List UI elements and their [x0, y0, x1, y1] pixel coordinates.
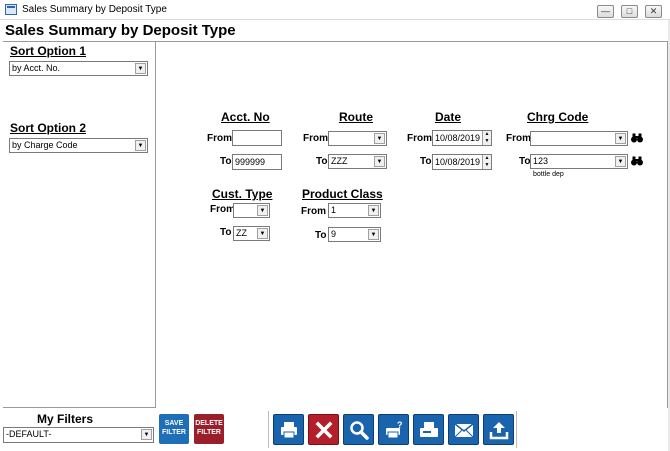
app-icon [5, 4, 17, 15]
product-class-to-label: To [315, 230, 327, 241]
route-to-value: ZZZ [331, 156, 348, 166]
sort-option-2-value: by Charge Code [12, 140, 78, 150]
binoculars-icon[interactable] [631, 133, 643, 143]
my-filters-label: My Filters [37, 412, 94, 426]
acct-no-to-input[interactable]: 999999 [232, 154, 282, 170]
print-setup-button[interactable]: ? [378, 414, 409, 445]
route-from-select[interactable]: ▼ [328, 131, 387, 146]
sort-option-2-select[interactable]: by Charge Code ▼ [9, 138, 148, 153]
chevron-down-icon[interactable]: ▼ [135, 63, 146, 74]
email-button[interactable] [448, 414, 479, 445]
chrg-code-to-select[interactable]: 123 ▼ [530, 154, 628, 169]
export-icon [489, 422, 509, 440]
product-class-from-value: 1 [331, 205, 337, 215]
delete-filter-label-line1: DELETE [195, 420, 223, 427]
close-button[interactable]: ✕ [645, 5, 662, 18]
cust-type-to-select[interactable]: ZZ ▼ [233, 226, 270, 241]
date-title: Date [435, 110, 462, 124]
export-button[interactable] [483, 414, 514, 445]
cancel-icon [315, 421, 333, 439]
acct-no-from-input[interactable] [232, 130, 282, 146]
date-to-input[interactable]: 10/08/2019 ▲ ▼ [432, 154, 492, 170]
window-title: Sales Summary by Deposit Type [22, 4, 167, 15]
acct-no-title: Acct. No [221, 110, 270, 124]
sort-option-2-label: Sort Option 2 [10, 121, 86, 135]
chrg-code-to-label: To [519, 156, 531, 167]
product-class-to-value: 9 [331, 229, 337, 239]
maximize-button[interactable]: □ [621, 5, 638, 18]
date-to-label: To [420, 156, 432, 167]
spinner-icon[interactable]: ▲ ▼ [482, 155, 491, 169]
minimize-button[interactable]: — [597, 5, 614, 18]
cancel-button[interactable] [308, 414, 339, 445]
save-filter-button[interactable]: SAVE FILTER [159, 414, 189, 444]
chrg-code-title: Chrg Code [527, 110, 589, 124]
chevron-down-icon[interactable]: ▼ [257, 228, 268, 239]
binoculars-icon[interactable] [631, 156, 643, 166]
chevron-down-icon[interactable]: ▼ [135, 140, 146, 151]
fax-icon [420, 422, 438, 437]
page-title: Sales Summary by Deposit Type [5, 22, 236, 39]
my-filters-value: -DEFAULT- [6, 429, 52, 439]
cust-type-title: Cust. Type [212, 187, 273, 201]
sort-options-panel [3, 41, 156, 408]
acct-no-to-label: To [220, 156, 232, 167]
save-filter-label-line2: FILTER [162, 429, 186, 436]
delete-filter-button[interactable]: DELETE FILTER [194, 414, 224, 444]
date-from-value: 10/08/2019 [435, 133, 481, 143]
cust-type-to-value: ZZ [236, 228, 247, 238]
save-filter-label-line1: SAVE [164, 420, 184, 427]
product-class-to-select[interactable]: 9 ▼ [328, 227, 381, 242]
chevron-down-icon[interactable]: ▼ [615, 156, 626, 167]
email-icon [454, 423, 474, 438]
title-bar: Sales Summary by Deposit Type — □ ✕ [0, 0, 670, 20]
print-icon [281, 422, 297, 439]
chevron-down-icon[interactable]: ▼ [368, 205, 379, 216]
chevron-down-icon[interactable]: ▼ [368, 229, 379, 240]
toolbar-divider [516, 411, 517, 448]
chevron-down-icon[interactable]: ▼ [374, 156, 385, 167]
fax-button[interactable] [413, 414, 444, 445]
chevron-down-icon[interactable]: ▼ [374, 133, 385, 144]
chrg-code-from-label: From [506, 133, 531, 144]
date-from-label: From [407, 133, 432, 144]
preview-icon [350, 421, 369, 440]
cust-type-from-select[interactable]: ▼ [233, 203, 270, 218]
route-to-select[interactable]: ZZZ ▼ [328, 154, 387, 169]
sort-option-1-label: Sort Option 1 [10, 44, 86, 58]
chevron-down-icon[interactable]: ▼ [257, 205, 268, 216]
acct-no-from-label: From [207, 133, 232, 144]
filter-panel [156, 41, 668, 408]
print-setup-icon: ? [386, 420, 403, 439]
my-filters-select[interactable]: -DEFAULT- ▼ [3, 427, 154, 443]
preview-button[interactable] [343, 414, 374, 445]
cust-type-from-label: From [210, 204, 235, 215]
product-class-from-label: From [301, 206, 326, 217]
toolbar-divider [268, 411, 269, 448]
chevron-down-icon[interactable]: ▼ [615, 133, 626, 144]
delete-filter-label-line2: FILTER [197, 429, 221, 436]
spinner-icon[interactable]: ▲ ▼ [482, 131, 491, 145]
chevron-down-icon[interactable]: ▼ [141, 429, 152, 440]
print-button[interactable] [273, 414, 304, 445]
chrg-code-to-value: 123 [533, 156, 549, 166]
chrg-code-to-hint: bottle dep [533, 171, 564, 178]
route-from-label: From [303, 133, 328, 144]
product-class-from-select[interactable]: 1 ▼ [328, 203, 381, 218]
svg-text:?: ? [397, 420, 403, 430]
route-to-label: To [316, 156, 328, 167]
cust-type-to-label: To [220, 227, 232, 238]
sort-option-1-select[interactable]: by Acct. No. ▼ [9, 61, 148, 76]
route-title: Route [339, 110, 373, 124]
product-class-title: Product Class [302, 187, 383, 201]
chrg-code-from-select[interactable]: ▼ [530, 131, 628, 146]
date-from-input[interactable]: 10/08/2019 ▲ ▼ [432, 130, 492, 146]
sort-option-1-value: by Acct. No. [12, 63, 61, 73]
date-to-value: 10/08/2019 [435, 157, 481, 167]
